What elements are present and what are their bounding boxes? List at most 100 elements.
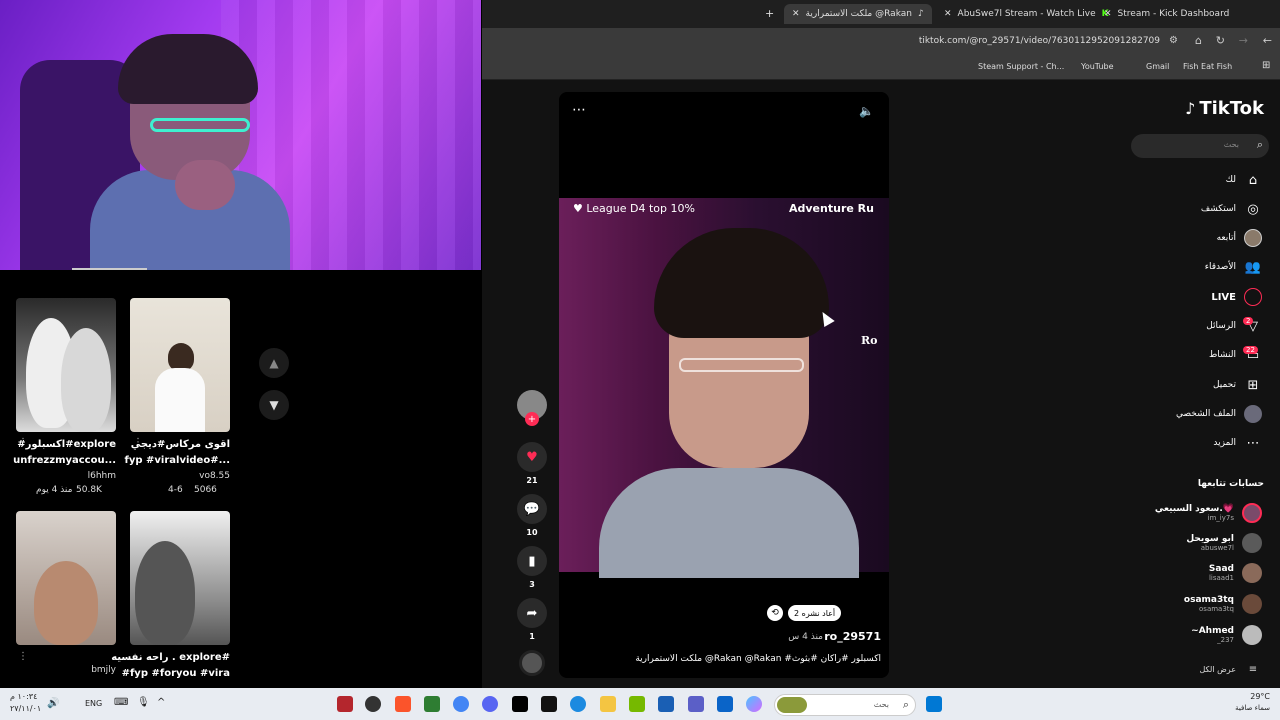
comment-button[interactable]: 💬 10 (517, 494, 547, 537)
following-account[interactable]: سعود السبيعي.💗 im_iy7s (1155, 503, 1262, 523)
sidebar-item-profile[interactable]: الملف الشخصي (1176, 405, 1262, 423)
sidebar-item-friends[interactable]: الأصدقاء 👥 (1205, 258, 1262, 276)
video-age: 4-6 (168, 485, 183, 495)
search-icon: ⌕ (902, 698, 909, 711)
close-icon[interactable]: ✕ (1104, 9, 1112, 19)
repost-badge[interactable]: 2 أعاد نشره (788, 605, 842, 621)
music-disc[interactable] (517, 650, 547, 676)
windows-start-icon[interactable] (926, 696, 942, 712)
search-icon[interactable]: ⌕ (1257, 138, 1263, 152)
video-player[interactable]: ⋯ 🔈 ♥ League D4 top 10% Adventure Ru Ro … (559, 92, 889, 678)
discord-icon[interactable] (482, 696, 498, 712)
calculator-icon[interactable] (658, 696, 674, 712)
tab-abuswe7l[interactable]: ✕ AbuSwe7l Stream - Watch Live K (944, 4, 1109, 24)
tab-active[interactable]: ✕ ملكت الاستمرارية @Rakan ♪ (784, 4, 932, 24)
bookmark-steam[interactable]: Steam Support - Ch... (978, 62, 1064, 71)
back-icon[interactable]: ← (1263, 34, 1272, 47)
language-indicator[interactable]: ENG (85, 699, 102, 708)
forward-icon[interactable]: → (1239, 34, 1248, 47)
app-icon[interactable] (365, 696, 381, 712)
site-settings-icon[interactable]: ⚙ (1169, 35, 1178, 46)
bookmark-gmail[interactable]: Gmail (1146, 62, 1169, 71)
home-icon[interactable]: ⌂ (1195, 34, 1202, 47)
video-title[interactable]: اقوى مركاس#ديجي (131, 439, 230, 450)
brave-icon[interactable] (395, 696, 411, 712)
more-options-icon[interactable]: ⋯ (572, 102, 586, 118)
sidebar-item-upload[interactable]: تحميل ⊞ (1213, 376, 1262, 394)
keyboard-icon[interactable]: ⌨ (114, 697, 128, 708)
sidebar-item-more[interactable]: المزيد ⋯ (1213, 434, 1262, 452)
search-input[interactable]: بحث ⌕ (1131, 134, 1269, 158)
tiktok-logo[interactable]: ♪ TikTok (1185, 98, 1264, 119)
video-thumbnail[interactable] (130, 298, 230, 432)
like-button[interactable]: ♥ 21 (517, 442, 547, 485)
video-title[interactable]: راحه نفسيه . explore# (111, 652, 230, 663)
video-author[interactable]: vo8.55 (199, 471, 230, 481)
following-account[interactable]: ~Ahmed _237 (1191, 625, 1262, 645)
url-text[interactable]: tiktok.com/@ro_29571/video/7630112952091… (919, 36, 1160, 46)
taskbar-search[interactable]: بحث ⌕ (774, 694, 916, 716)
weather-desc[interactable]: سماء صافية (1235, 704, 1270, 712)
see-all-link[interactable]: عرض الكل ≡ (1199, 660, 1262, 678)
address-bar[interactable]: tiktok.com/@ro_29571/video/7630112952091… (482, 28, 1280, 56)
video-title[interactable]: unfrezzmyaccou... (13, 455, 116, 466)
sidebar-item-explore[interactable]: استكشف ◎ (1201, 200, 1262, 218)
scroll-down-button[interactable]: ▼ (259, 390, 289, 420)
weather-temp[interactable]: 29°C (1250, 692, 1270, 701)
teams-icon[interactable] (688, 696, 704, 712)
close-icon[interactable]: ✕ (944, 9, 952, 19)
clock-time[interactable]: ١٠:٣٤ م (10, 692, 37, 701)
bookmark-youtube[interactable]: YouTube (1081, 62, 1114, 71)
video-thumbnail[interactable] (16, 511, 116, 645)
app-icon[interactable] (541, 696, 557, 712)
chrome-icon[interactable] (453, 696, 469, 712)
activity-badge: 22 (1243, 346, 1258, 354)
comment-count: 10 (526, 528, 538, 537)
bookmark-fish[interactable]: Fish Eat Fish (1183, 62, 1232, 71)
author-avatar[interactable]: + (517, 390, 547, 426)
following-account[interactable]: Saad lisaad1 (1209, 563, 1262, 583)
sidebar-item-following[interactable]: أتابعه (1217, 229, 1262, 247)
save-button[interactable]: ▮ 3 (517, 546, 547, 589)
tiktok-icon[interactable] (512, 696, 528, 712)
video-thumbnail[interactable] (16, 298, 116, 432)
nvidia-icon[interactable] (629, 696, 645, 712)
app-icon[interactable] (337, 696, 353, 712)
video-thumbnail[interactable] (130, 511, 230, 645)
volume-icon[interactable]: 🔈 (859, 104, 874, 118)
video-author[interactable]: bmjly (91, 665, 116, 675)
close-icon[interactable]: ✕ (792, 9, 800, 19)
clock-date[interactable]: ٢٧/١١/٠١ (10, 704, 41, 713)
tab-kick-dashboard[interactable]: ✕ Stream - Kick Dashboard K (1104, 4, 1280, 24)
username[interactable]: ro_29571 (824, 630, 881, 643)
outlook-icon[interactable] (717, 696, 733, 712)
share-icon: ➦ (517, 598, 547, 628)
bookmarks-bar: Steam Support - Ch... YouTube Gmail Fish… (482, 56, 1280, 80)
sidebar-item-live[interactable]: LIVE (1211, 288, 1262, 306)
apps-icon[interactable]: ⊞ (1262, 60, 1270, 71)
share-button[interactable]: ➦ 1 (517, 598, 547, 641)
profile-icon (1244, 405, 1262, 423)
sidebar-item-messages[interactable]: الرسائل ▽ (1206, 317, 1262, 335)
folder-icon[interactable] (600, 696, 616, 712)
video-title[interactable]: fyp #viralvideo#... (125, 455, 230, 466)
repost-icon[interactable]: ⟲ (767, 605, 783, 621)
more-options-icon[interactable]: ⋮ (18, 651, 28, 662)
following-account[interactable]: osama3tq osama3tq (1184, 594, 1262, 614)
chevron-up-icon[interactable]: ^ (157, 697, 165, 708)
app-icon[interactable] (424, 696, 440, 712)
sidebar-item-foryou[interactable]: لك ⌂ (1226, 171, 1262, 189)
mic-icon[interactable]: 🎙 (137, 697, 150, 708)
following-account[interactable]: ابو سويحل abuswe7l (1186, 533, 1262, 553)
scroll-up-button[interactable]: ▲ (259, 348, 289, 378)
video-title[interactable]: #fyp #foryou #vira (122, 668, 230, 679)
copilot-icon[interactable] (746, 696, 762, 712)
volume-icon[interactable]: 🔊 (47, 698, 59, 709)
follow-plus-icon[interactable]: + (525, 412, 539, 426)
search-highlight-image (777, 697, 807, 713)
new-tab-button[interactable]: + (765, 7, 774, 20)
video-author[interactable]: l6hhm (88, 471, 116, 481)
edge-icon[interactable] (570, 696, 586, 712)
reload-icon[interactable]: ↻ (1216, 34, 1225, 47)
video-title[interactable]: #اكسبلور#explore (17, 439, 116, 450)
